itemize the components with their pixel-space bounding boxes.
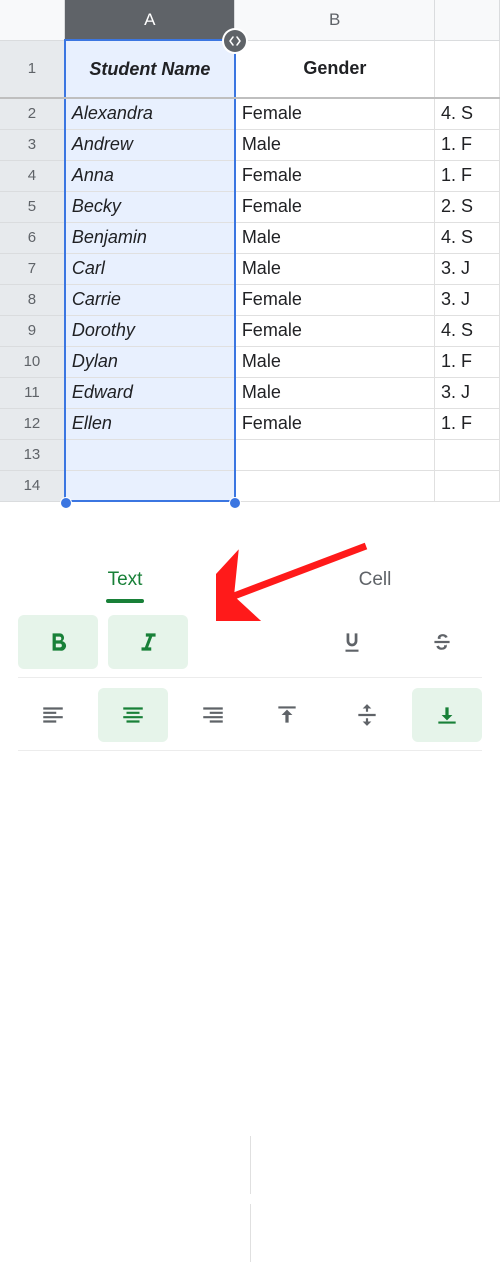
divider (250, 1204, 251, 1262)
row-header[interactable]: 11 (0, 377, 65, 408)
cell-C6[interactable]: 4. S (435, 222, 500, 253)
align-right-icon (200, 702, 226, 728)
cell-C5[interactable]: 2. S (435, 191, 500, 222)
cell-B11[interactable]: Male (235, 377, 435, 408)
row-header[interactable]: 7 (0, 253, 65, 284)
cell-A3[interactable]: Andrew (65, 129, 235, 160)
row-header[interactable]: 12 (0, 408, 65, 439)
cell-C10[interactable]: 1. F (435, 346, 500, 377)
underline-icon (339, 629, 365, 655)
cell-C1[interactable] (435, 40, 500, 98)
cell-B10[interactable]: Male (235, 346, 435, 377)
row-header[interactable]: 5 (0, 191, 65, 222)
align-left-button[interactable] (18, 688, 88, 742)
cell-C4[interactable]: 1. F (435, 160, 500, 191)
cell-A12[interactable]: Ellen (65, 408, 235, 439)
valign-bottom-button[interactable] (412, 688, 482, 742)
tab-text[interactable]: Text (0, 552, 250, 607)
cell-B8[interactable]: Female (235, 284, 435, 315)
bold-icon (45, 629, 71, 655)
valign-bottom-icon (434, 702, 460, 728)
row-header[interactable]: 1 (0, 40, 65, 98)
row-header[interactable]: 3 (0, 129, 65, 160)
spreadsheet-grid[interactable]: A B 1 Student Name Gender 2AlexandraFema… (0, 0, 500, 502)
cell-A6[interactable]: Benjamin (65, 222, 235, 253)
row-header[interactable]: 6 (0, 222, 65, 253)
cell-C11[interactable]: 3. J (435, 377, 500, 408)
row-header[interactable]: 2 (0, 98, 65, 129)
selection-handle-icon[interactable] (60, 497, 72, 509)
cell-B13[interactable] (235, 439, 435, 470)
cell-C12[interactable]: 1. F (435, 408, 500, 439)
cell-A2[interactable]: Alexandra (65, 98, 235, 129)
cell-B1[interactable]: Gender (235, 40, 435, 98)
cell-C9[interactable]: 4. S (435, 315, 500, 346)
cell-A13[interactable] (65, 439, 235, 470)
cell-A7[interactable]: Carl (65, 253, 235, 284)
cell-A4[interactable]: Anna (65, 160, 235, 191)
italic-icon (135, 629, 161, 655)
divider (250, 1136, 251, 1194)
cell-B14[interactable] (235, 470, 435, 501)
cell-B3[interactable]: Male (235, 129, 435, 160)
divider (18, 750, 482, 751)
strikethrough-button[interactable] (402, 615, 482, 669)
row-header[interactable]: 13 (0, 439, 65, 470)
cell-C13[interactable] (435, 439, 500, 470)
cell-B7[interactable]: Male (235, 253, 435, 284)
cell-B12[interactable]: Female (235, 408, 435, 439)
cell-A9[interactable]: Dorothy (65, 315, 235, 346)
divider (18, 677, 482, 678)
valign-top-icon (274, 702, 300, 728)
cell-C8[interactable]: 3. J (435, 284, 500, 315)
align-left-icon (40, 702, 66, 728)
cell-B5[interactable]: Female (235, 191, 435, 222)
italic-button[interactable] (108, 615, 188, 669)
cell-C3[interactable]: 1. F (435, 129, 500, 160)
row-header[interactable]: 14 (0, 470, 65, 501)
selection-handle-icon[interactable] (229, 497, 241, 509)
column-resize-grip-icon[interactable] (224, 30, 246, 52)
underline-button[interactable] (312, 615, 392, 669)
select-all-corner[interactable] (0, 0, 65, 40)
format-panel: Text Cell (0, 552, 500, 763)
cell-A11[interactable]: Edward (65, 377, 235, 408)
align-right-button[interactable] (178, 688, 248, 742)
align-center-icon (120, 702, 146, 728)
bold-button[interactable] (18, 615, 98, 669)
strikethrough-icon (428, 629, 456, 655)
cell-B6[interactable]: Male (235, 222, 435, 253)
valign-top-button[interactable] (252, 688, 322, 742)
cell-A14[interactable] (65, 470, 235, 501)
cell-C2[interactable]: 4. S (435, 98, 500, 129)
column-header-C[interactable] (435, 0, 500, 40)
cell-C7[interactable]: 3. J (435, 253, 500, 284)
column-header-B[interactable]: B (235, 0, 435, 40)
row-header[interactable]: 4 (0, 160, 65, 191)
cell-A1[interactable]: Student Name (65, 40, 235, 98)
tab-cell[interactable]: Cell (250, 552, 500, 607)
cell-B2[interactable]: Female (235, 98, 435, 129)
cell-A10[interactable]: Dylan (65, 346, 235, 377)
valign-middle-button[interactable] (332, 688, 402, 742)
row-header[interactable]: 8 (0, 284, 65, 315)
column-header-A[interactable]: A (65, 0, 235, 40)
cell-A5[interactable]: Becky (65, 191, 235, 222)
row-header[interactable]: 9 (0, 315, 65, 346)
align-center-button[interactable] (98, 688, 168, 742)
cell-A8[interactable]: Carrie (65, 284, 235, 315)
cell-C14[interactable] (435, 470, 500, 501)
cell-B9[interactable]: Female (235, 315, 435, 346)
cell-B4[interactable]: Female (235, 160, 435, 191)
row-header[interactable]: 10 (0, 346, 65, 377)
format-tabs: Text Cell (0, 552, 500, 607)
valign-middle-icon (354, 702, 380, 728)
